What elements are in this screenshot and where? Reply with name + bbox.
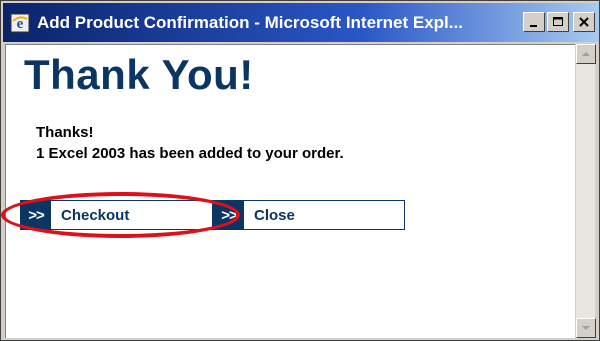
checkout-label: Checkout: [61, 206, 130, 224]
browser-window: e Add Product Confirmation - Microsoft I…: [0, 0, 600, 341]
message-line-added: 1 Excel 2003 has been added to your orde…: [36, 145, 344, 162]
message-line-thanks: Thanks!: [36, 124, 94, 141]
double-arrow-icon: >>: [21, 201, 51, 229]
scroll-down-button[interactable]: [576, 318, 596, 338]
minimize-icon: [530, 25, 537, 27]
minimize-button[interactable]: [523, 12, 545, 32]
scroll-up-icon: [582, 52, 590, 56]
page-content: Thank You! Thanks! 1 Excel 2003 has been…: [5, 44, 577, 338]
confirmation-message: Thanks! 1 Excel 2003 has been added to y…: [36, 122, 344, 164]
internet-explorer-icon: e: [9, 12, 31, 34]
vertical-scrollbar[interactable]: [575, 44, 596, 338]
close-button[interactable]: >> Close: [213, 200, 405, 230]
action-buttons: >> Checkout >> Close: [20, 200, 405, 230]
page-title: Thank You!: [24, 51, 254, 98]
scroll-up-button[interactable]: [576, 44, 596, 64]
checkout-button[interactable]: >> Checkout: [20, 200, 213, 230]
title-bar[interactable]: e Add Product Confirmation - Microsoft I…: [3, 3, 599, 42]
close-window-button[interactable]: [573, 12, 595, 32]
close-label: Close: [254, 206, 295, 224]
double-arrow-icon: >>: [214, 201, 244, 229]
maximize-button[interactable]: [547, 12, 569, 32]
close-icon: [579, 17, 589, 27]
window-title: Add Product Confirmation - Microsoft Int…: [37, 12, 463, 32]
scroll-down-icon: [582, 326, 590, 330]
maximize-icon: [553, 17, 563, 26]
